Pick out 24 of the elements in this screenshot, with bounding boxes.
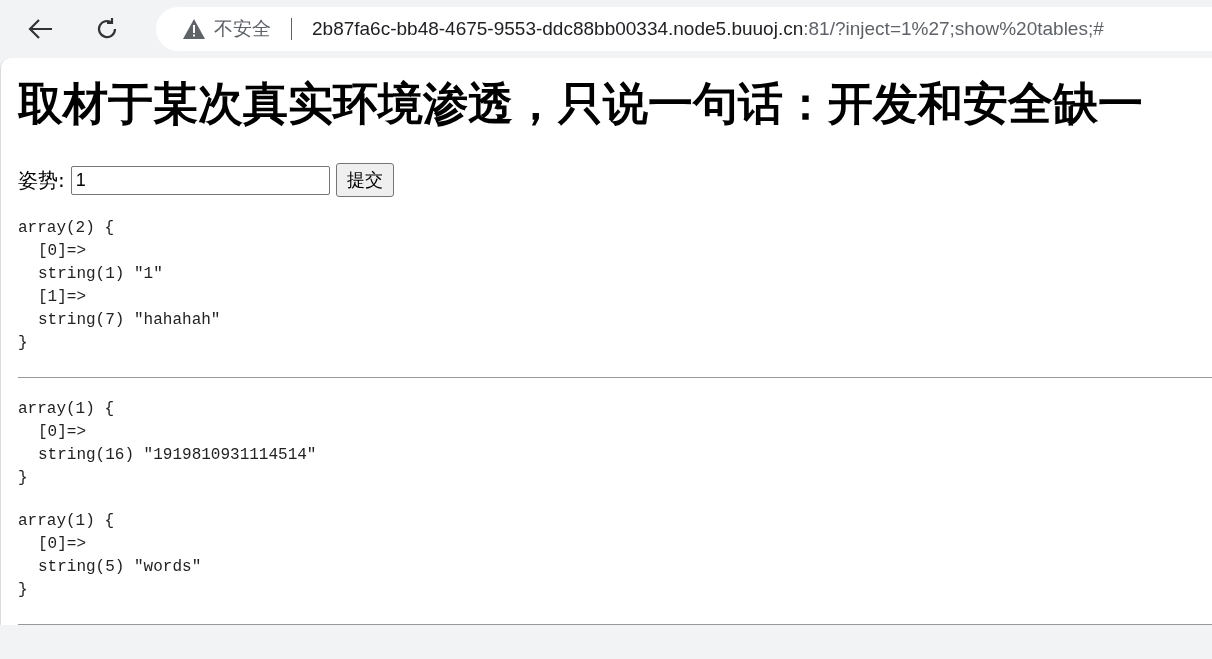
submit-button[interactable]: 提交 bbox=[335, 163, 394, 197]
address-bar[interactable]: 不安全 2b87fa6c-bb48-4675-9553-ddc88bb00334.node5.buuoj.cn:81/?inject=1%27;show%20tables;# bbox=[156, 7, 1212, 51]
page-heading: 取材于某次真实环境渗透，只说一句话：开发和安全缺一 bbox=[18, 77, 1144, 131]
dump-line: string(7) "hahahah" bbox=[37, 310, 221, 331]
warning-icon bbox=[182, 18, 206, 40]
dump-line: } bbox=[18, 580, 28, 601]
url-host: 2b87fa6c-bb48-4675-9553-ddc88bb00334.node5.buuoj.cn bbox=[312, 18, 804, 40]
dump-line: string(1) "1" bbox=[37, 264, 163, 285]
dump-line: array(1) { bbox=[18, 511, 114, 532]
field-label: 姿势: bbox=[18, 166, 65, 194]
security-label: 不安全 bbox=[214, 17, 271, 41]
dump-line: } bbox=[18, 333, 28, 354]
dump-line: string(16) "1919810931114514" bbox=[37, 445, 317, 466]
dump-line: string(5) "words" bbox=[37, 557, 202, 578]
dump-line: array(2) { bbox=[18, 218, 114, 239]
dump-line: array(1) { bbox=[18, 399, 114, 420]
dump-line: [0]=> bbox=[37, 422, 86, 443]
dump-line: [1]=> bbox=[37, 287, 86, 308]
dump-line: [0]=> bbox=[37, 241, 86, 262]
input-field[interactable]: 1 bbox=[70, 165, 330, 195]
url-path: :81/?inject=1%27;show%20tables;# bbox=[803, 18, 1104, 40]
dump-line: [0]=> bbox=[37, 534, 86, 555]
back-arrow-icon bbox=[28, 18, 54, 40]
dump-line: } bbox=[18, 468, 28, 489]
